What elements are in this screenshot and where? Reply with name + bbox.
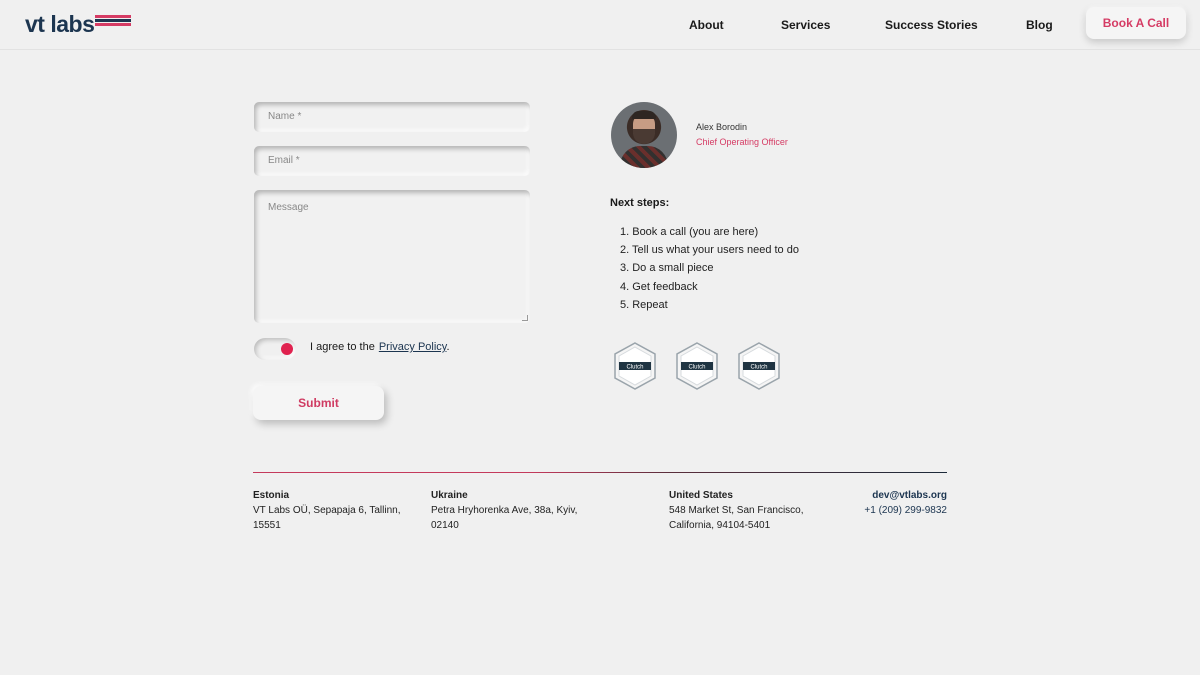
office-address-line: California, 94104-5401 (669, 520, 771, 531)
list-item: 2. Tell us what your users need to do (620, 244, 799, 257)
toggle-knob (281, 343, 293, 355)
clutch-badge-icon: Clutch (675, 342, 719, 390)
office-address-line: 548 Market St, San Francisco, (669, 505, 804, 516)
office-country: Ukraine (431, 490, 468, 501)
office-ukraine: Ukraine Petra Hryhorenka Ave, 38a, Kyiv,… (431, 488, 577, 533)
email-input[interactable]: Email * (254, 146, 530, 176)
name-input[interactable]: Name * (254, 102, 530, 132)
flag-stripes-icon (95, 15, 131, 26)
avatar-beard (633, 129, 655, 144)
consent-suffix: . (446, 341, 450, 353)
next-steps-title: Next steps: (610, 197, 670, 209)
badge-label: Clutch (750, 365, 767, 371)
resize-handle-icon[interactable] (522, 315, 528, 321)
list-item: 1. Book a call (you are here) (620, 226, 759, 238)
nav-success-stories[interactable]: Success Stories (885, 18, 978, 32)
list-item: 3. Do a small piece (620, 262, 714, 275)
office-address-line: Petra Hryhorenka Ave, 38a, Kyiv, (431, 505, 578, 516)
clutch-badge-icon: Clutch (613, 342, 657, 390)
avatar (611, 102, 677, 168)
consent-text: I agree to the (310, 341, 375, 353)
book-a-call-button[interactable]: Book A Call (1086, 7, 1186, 39)
office-estonia: Estonia VT Labs OÜ, Sepapaja 6, Tallinn,… (253, 488, 401, 533)
list-item: 4. Get feedback (620, 280, 698, 293)
nav-about[interactable]: About (689, 18, 724, 32)
footer-divider (253, 472, 947, 473)
phone-link[interactable]: +1 (209) 299-9832 (864, 503, 947, 518)
contact-role: Chief Operating Officer (696, 137, 788, 147)
avatar-shirt (620, 146, 668, 168)
clutch-badge-icon: Clutch (737, 342, 781, 390)
vt-labs-logo[interactable]: vt labs (25, 11, 131, 37)
logo-text: vt labs (25, 11, 95, 37)
contact-info: dev@vtlabs.org +1 (209) 299-9832 (864, 488, 947, 518)
nav-blog[interactable]: Blog (1026, 18, 1053, 32)
privacy-policy-link[interactable]: Privacy Policy (379, 341, 447, 353)
office-country: Estonia (253, 490, 290, 501)
site-header: vt labs About Services Success Stories B… (0, 0, 1200, 50)
office-address-line: 02140 (431, 520, 459, 531)
submit-button[interactable]: Submit (253, 386, 384, 420)
office-address-line: VT Labs OÜ, Sepapaja 6, Tallinn, (253, 505, 401, 516)
email-link[interactable]: dev@vtlabs.org (864, 488, 947, 503)
badge-label: Clutch (688, 365, 705, 371)
contact-name: Alex Borodin (696, 122, 748, 132)
office-address-line: 15551 (253, 520, 281, 531)
office-country: United States (669, 490, 733, 501)
office-united-states: United States 548 Market St, San Francis… (669, 488, 804, 533)
next-steps-list: 1. Book a call (you are here) 2. Tell us… (620, 225, 799, 316)
message-textarea[interactable]: Message (254, 190, 530, 323)
badge-label: Clutch (626, 365, 643, 371)
nav-services[interactable]: Services (781, 18, 830, 32)
list-item: 5. Repeat (620, 298, 668, 311)
privacy-consent-toggle[interactable] (254, 338, 296, 360)
message-placeholder: Message (268, 202, 309, 213)
consent-label: I agree to the Privacy Policy. (310, 341, 450, 353)
avatar-hair (632, 111, 656, 119)
